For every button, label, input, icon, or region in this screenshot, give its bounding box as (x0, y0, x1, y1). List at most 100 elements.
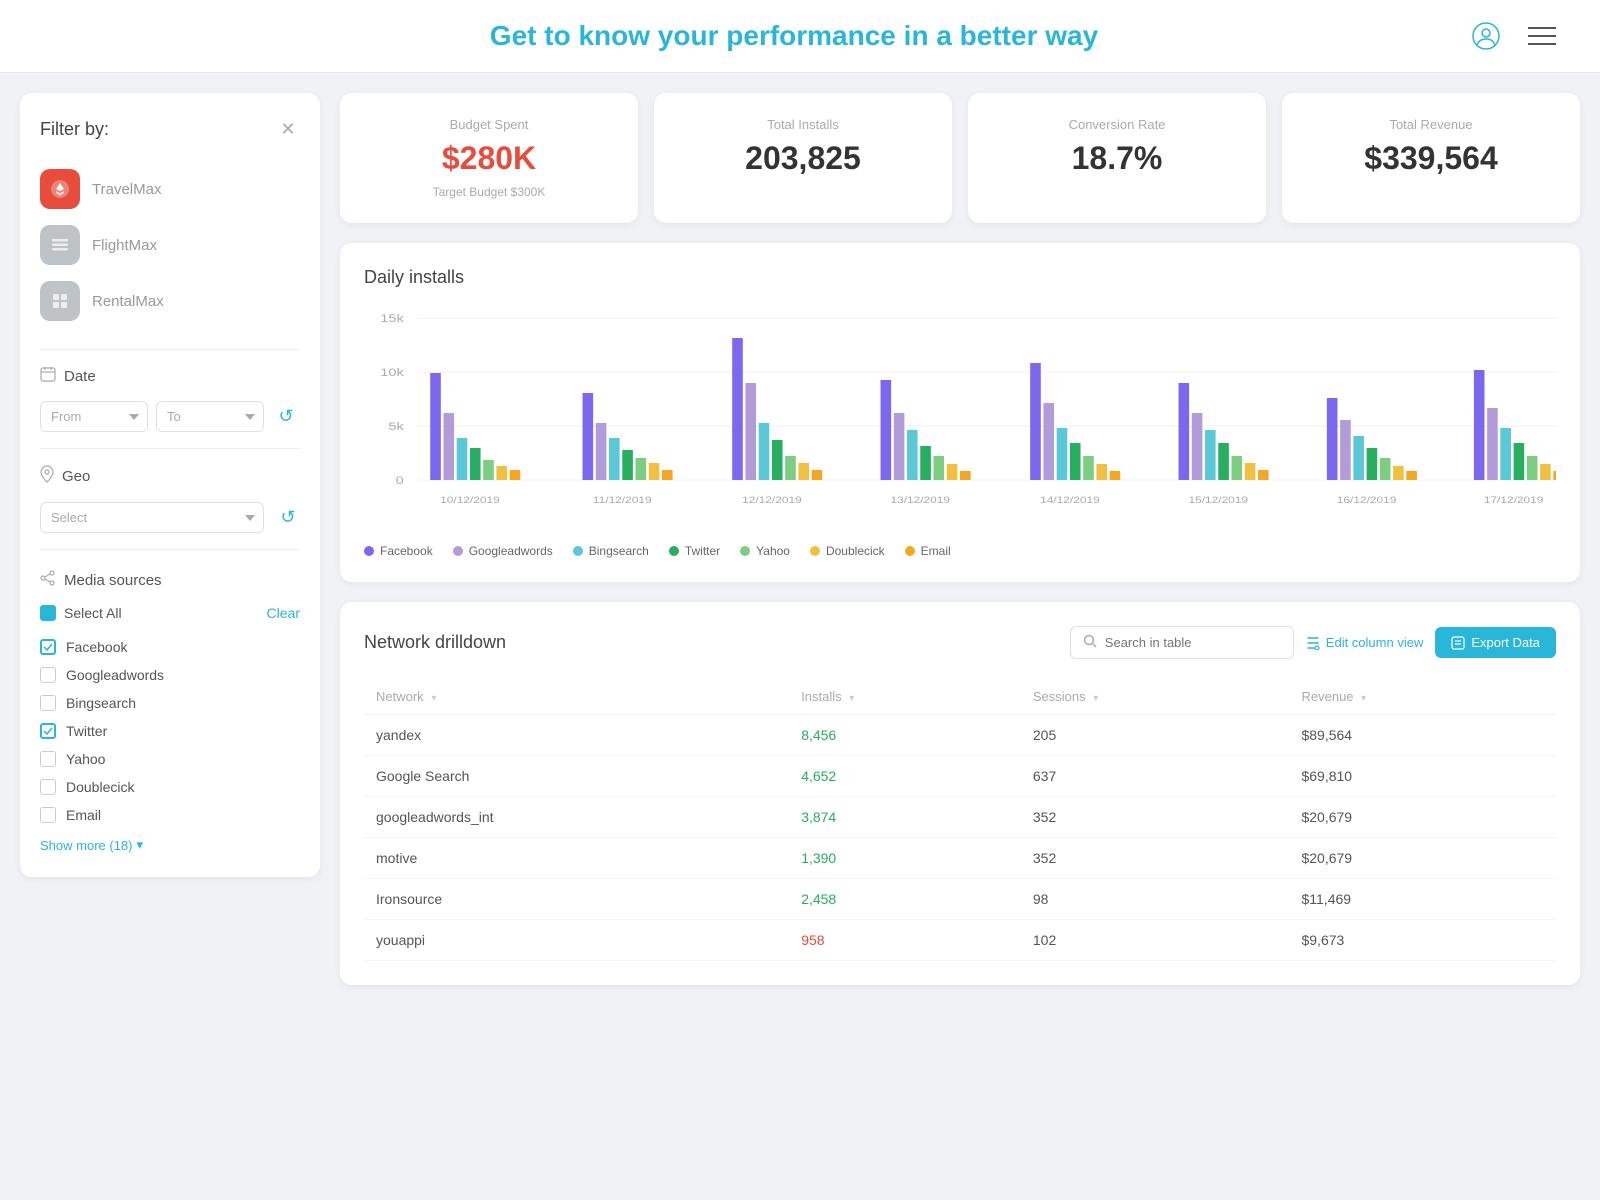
geo-select[interactable]: Select (40, 502, 264, 533)
app-name-flightmax: FlightMax (92, 237, 157, 254)
title-prefix: Get to know your (490, 20, 726, 51)
facebook-checkbox[interactable] (40, 639, 56, 655)
table-row: motive 1,390 352 $20,679 (364, 838, 1556, 879)
installs-sort-icon[interactable]: ▾ (849, 693, 854, 704)
geo-reset-button[interactable]: ↺ (276, 504, 300, 532)
legend-facebook: Facebook (364, 544, 433, 558)
page-title: Get to know your performance in a better… (120, 20, 1468, 52)
network-table: Network ▾ Installs ▾ Sessions ▾ Revenu (364, 679, 1556, 961)
cell-revenue: $69,810 (1289, 756, 1556, 797)
chart-svg: 15k 10k 5k 0 10 (364, 308, 1556, 528)
search-box (1070, 626, 1294, 659)
app-name-rentalmax: RentalMax (92, 293, 164, 310)
app-item-travelmax[interactable]: TravelMax (40, 161, 300, 217)
filter-title: Filter by: (40, 119, 109, 140)
revenue-sort-icon[interactable]: ▾ (1361, 693, 1366, 704)
date-range-row: From To ↺ (40, 401, 300, 432)
menu-icon[interactable] (1524, 18, 1560, 54)
chart-legend: Facebook Googleadwords Bingsearch Twitte… (364, 544, 1556, 558)
table-row: yandex 8,456 205 $89,564 (364, 715, 1556, 756)
main-layout: Filter by: ✕ TravelMax (0, 73, 1600, 1005)
search-input[interactable] (1105, 635, 1281, 650)
doublecick-checkbox[interactable] (40, 779, 56, 795)
facebook-legend-label: Facebook (380, 544, 433, 558)
yahoo-legend-dot (740, 546, 750, 556)
select-all-label: Select All (64, 605, 122, 621)
cell-sessions: 102 (1021, 920, 1290, 961)
svg-text:13/12/2019: 13/12/2019 (890, 495, 950, 505)
revenue-value: $339,564 (1306, 140, 1556, 177)
revenue-label: Total Revenue (1306, 117, 1556, 132)
table-row: youappi 958 102 $9,673 (364, 920, 1556, 961)
cell-sessions: 352 (1021, 838, 1290, 879)
geo-section-label: Geo (40, 465, 300, 488)
yahoo-checkbox[interactable] (40, 751, 56, 767)
chart-title: Daily installs (364, 267, 1556, 288)
clear-link[interactable]: Clear (267, 605, 300, 621)
svg-text:5k: 5k (388, 420, 404, 433)
table-row: googleadwords_int 3,874 352 $20,679 (364, 797, 1556, 838)
show-more-button[interactable]: Show more (18) ▾ (40, 837, 300, 853)
title-highlight: performance (726, 20, 896, 51)
cell-network: yandex (364, 715, 789, 756)
edit-col-label: Edit column view (1326, 635, 1424, 650)
cell-sessions: 637 (1021, 756, 1290, 797)
facebook-label: Facebook (66, 639, 127, 655)
edit-column-view-button[interactable]: Edit column view (1306, 635, 1424, 650)
svg-text:12/12/2019: 12/12/2019 (742, 495, 802, 505)
source-yahoo: Yahoo (40, 745, 300, 773)
svg-text:15/12/2019: 15/12/2019 (1188, 495, 1248, 505)
twitter-checkbox[interactable] (40, 723, 56, 739)
budget-value: $280K (364, 140, 614, 177)
bingsearch-checkbox[interactable] (40, 695, 56, 711)
googleadwords-label: Googleadwords (66, 667, 164, 683)
select-all-checkbox[interactable] (40, 605, 56, 621)
table-header: Network drilldown (364, 626, 1556, 659)
metric-card-revenue: Total Revenue $339,564 (1282, 93, 1580, 223)
email-checkbox[interactable] (40, 807, 56, 823)
flightmax-icon (40, 225, 80, 265)
sessions-sort-icon[interactable]: ▾ (1093, 693, 1098, 704)
cell-revenue: $20,679 (1289, 797, 1556, 838)
cell-revenue: $11,469 (1289, 879, 1556, 920)
email-label: Email (66, 807, 101, 823)
installs-label: Total Installs (678, 117, 928, 132)
cell-installs: 4,652 (789, 756, 1021, 797)
svg-text:17/12/2019: 17/12/2019 (1484, 495, 1544, 505)
table-section: Network drilldown (340, 602, 1580, 985)
source-doublecick: Doublecick (40, 773, 300, 801)
col-sessions: Sessions ▾ (1021, 679, 1290, 715)
cell-installs: 3,874 (789, 797, 1021, 838)
table-title: Network drilldown (364, 632, 506, 653)
conversion-label: Conversion Rate (992, 117, 1242, 132)
date-reset-button[interactable]: ↺ (272, 403, 300, 431)
app-name-travelmax: TravelMax (92, 181, 161, 198)
travelmax-icon (40, 169, 80, 209)
metric-card-installs: Total Installs 203,825 (654, 93, 952, 223)
table-actions: Edit column view Export Data (1070, 626, 1556, 659)
select-all-row: Select All Clear (40, 605, 300, 621)
network-sort-icon[interactable]: ▾ (431, 693, 436, 704)
chart-section: Daily installs 15k 10k 5k 0 (340, 243, 1580, 582)
doublecick-legend-dot (810, 546, 820, 556)
date-to-select[interactable]: To (156, 401, 264, 432)
source-googleadwords: Googleadwords (40, 661, 300, 689)
user-icon[interactable] (1468, 18, 1504, 54)
googleadwords-checkbox[interactable] (40, 667, 56, 683)
cell-revenue: $20,679 (1289, 838, 1556, 879)
svg-text:14/12/2019: 14/12/2019 (1040, 495, 1100, 505)
svg-text:10k: 10k (380, 366, 404, 379)
app-item-rentalmax[interactable]: RentalMax (40, 273, 300, 329)
close-sidebar-button[interactable]: ✕ (276, 117, 300, 141)
cell-network: Google Search (364, 756, 789, 797)
app-item-flightmax[interactable]: FlightMax (40, 217, 300, 273)
svg-text:11/12/2019: 11/12/2019 (593, 495, 652, 505)
svg-text:0: 0 (396, 474, 404, 487)
metric-card-budget: Budget Spent $280K Target Budget $300K (340, 93, 638, 223)
export-data-button[interactable]: Export Data (1435, 627, 1556, 658)
source-email: Email (40, 801, 300, 829)
email-legend-dot (905, 546, 915, 556)
chevron-down-icon: ▾ (136, 837, 143, 853)
header-icons (1468, 18, 1560, 54)
date-from-select[interactable]: From (40, 401, 148, 432)
